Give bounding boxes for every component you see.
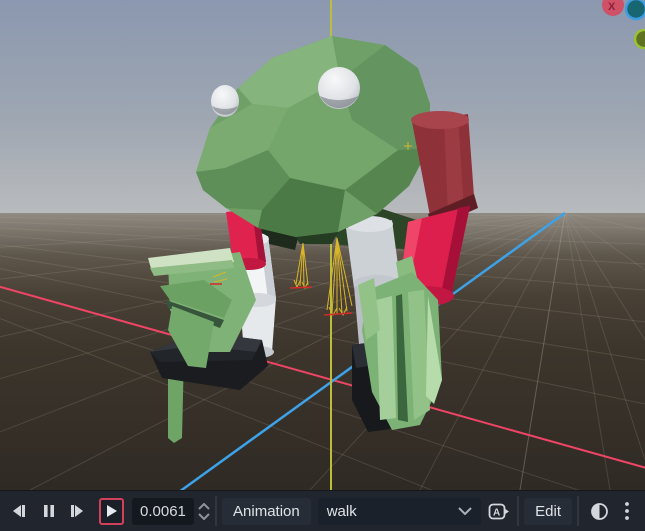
animation-select[interactable]: walk [317,497,481,525]
play-backwards-from-end-button[interactable] [5,497,34,525]
play-backwards-icon [13,505,26,517]
chevron-down-icon [458,507,472,515]
autoplay-icon: A [488,503,509,519]
gizmo-z-ball [624,0,645,21]
separator [517,496,520,526]
animation-editor-window: X 0.0061 Animation walk A Edit [0,0,645,531]
left-eye [211,85,239,117]
play-button[interactable] [99,497,125,525]
viewport-3d[interactable]: X [0,0,645,490]
right-eye [318,67,360,109]
onion-skinning-button[interactable] [584,497,614,525]
time-spinbox [132,497,210,525]
autoplay-on-load-button[interactable]: A [485,497,512,525]
gizmo-y-neg-ball [633,28,645,50]
play-icon [106,505,117,517]
separator [215,496,218,526]
animation-menu-button[interactable]: Animation [222,497,311,525]
toolbar-right-group [572,496,640,526]
edit-button-label: Edit [535,502,562,520]
play-from-start-icon [71,505,84,517]
spin-down-icon [198,512,210,520]
animation-select-value: walk [326,502,357,520]
more-options-button[interactable] [614,497,640,525]
pause-button[interactable] [34,497,63,525]
scene-render: X [0,0,645,490]
spin-up-icon [198,502,210,510]
onion-skinning-icon [590,502,608,520]
edit-button[interactable]: Edit [524,497,573,525]
separator [577,496,580,526]
svg-text:A: A [493,507,500,518]
gizmo-x-label: X [608,1,616,13]
time-spinner-arrows[interactable] [198,502,210,520]
time-input[interactable] [132,497,195,525]
pause-icon [43,505,54,517]
ground-plane [0,213,645,490]
animation-toolbar: Animation walk A Edit [0,490,645,531]
kebab-menu-icon [625,502,629,520]
play-from-start-button[interactable] [63,497,92,525]
animation-menu-label: Animation [233,502,300,520]
